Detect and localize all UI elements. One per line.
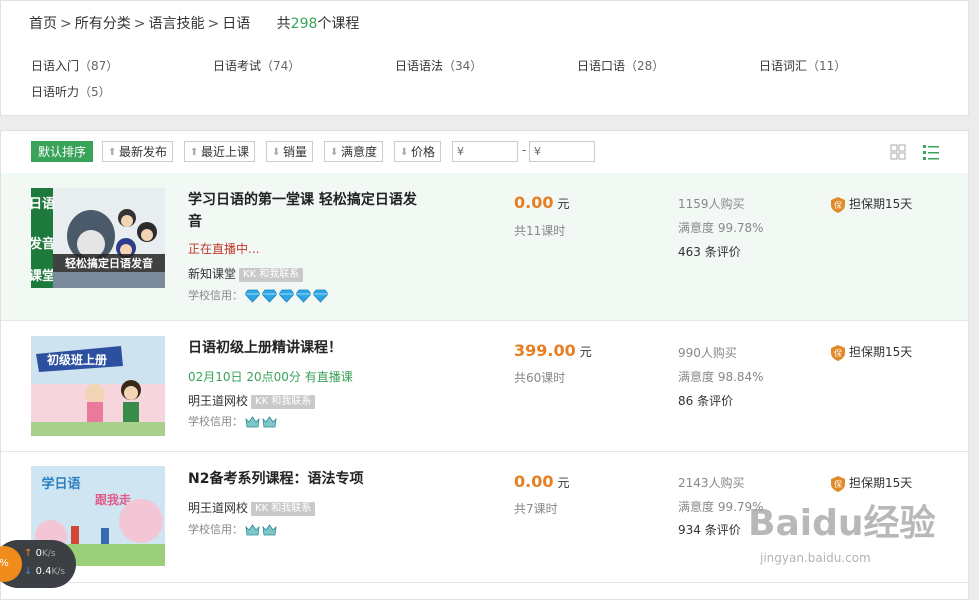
shield-icon: 保 [831,196,845,213]
category-link-intro[interactable]: 日语入门（87） [31,57,118,74]
thumb-text: 课堂 [31,268,55,284]
school-credit: 学校信用： [188,521,277,537]
school-link[interactable]: 明王道网校 [188,501,248,515]
satisfaction-rate: 满意度 98.84% [678,370,764,384]
buyer-count: 990人购买 [678,346,737,360]
contact-button[interactable]: KK 和我联系 [239,267,304,282]
category-link-speaking[interactable]: 日语口语（28） [577,57,664,74]
category-link-grammar[interactable]: 日语语法（34） [395,57,482,74]
course-hours: 共11课时 [514,224,566,238]
thumb-text: 初级班上册 [47,352,107,367]
breadcrumb-all-categories[interactable]: 所有分类 [75,16,131,32]
course-title[interactable]: N2备考系列课程：语法专项 [188,468,418,490]
thumb-text: 学日语 [41,476,80,492]
thumb-banner: 轻松搞定日语发音 [65,256,153,270]
course-thumbnail[interactable]: 初级班上册 [31,336,165,436]
breadcrumb-home[interactable]: 首页 [29,16,57,32]
school-credit: 学校信用： [188,413,277,429]
review-count[interactable]: 934 条评价 [678,521,741,538]
network-speed-widget[interactable]: % ↑ 0K/s ↓ 0.4K/s [0,540,76,588]
diamond-icon [313,289,328,303]
thumb-text: 跟我走 [95,492,131,507]
course-price: 0.00 元 [514,472,570,491]
school-name: 明王道网校 KK 和我联系 [188,392,316,409]
shield-icon: 保 [831,475,845,492]
course-hours: 共7课时 [514,502,558,516]
review-count[interactable]: 86 条评价 [678,392,733,409]
buyer-count: 1159人购买 [678,197,745,211]
speed-percent-badge: % [0,546,22,582]
thumb-text: 日语 [31,197,55,212]
credit-icons [243,415,277,428]
school-name: 明王道网校 KK 和我联系 [188,499,316,516]
course-title[interactable]: 日语初级上册精讲课程！ [188,337,418,359]
course-hours: 共60课时 [514,371,566,385]
svg-text:保: 保 [834,200,842,210]
live-schedule: 02月10日 20点00分 有直播课 [188,370,353,384]
baidu-watermark-url: jingyan.baidu.com [760,551,871,565]
sort-default-button[interactable]: 默认排序 [31,141,94,162]
guarantee-badge: 保担保期15天 [831,474,912,492]
baidu-watermark-logo: Baidu经验 [748,503,936,544]
download-speed: ↓ 0.4K/s [24,566,66,577]
school-link[interactable]: 新知课堂 [188,267,236,281]
thumb-text: 发音 [31,236,55,252]
filter-panel: 首页 > 所有分类 > 语言技能 > 日语 共298个课程 日语入门（87） 日语考试（74… [0,0,969,116]
breadcrumb-language-skills[interactable]: 语言技能 [148,16,204,32]
price-min-input[interactable]: ¥ [452,141,518,162]
course-row[interactable]: 日语 发音 课堂 轻松搞定日语发音 学习日语的第一堂课 轻松搞定日语发音 正在直… [1,173,968,321]
sort-arrow-icon: ⬇ [330,147,339,158]
sort-satisfaction-button[interactable]: ⬇ 满意度 [324,141,384,162]
sort-arrow-icon: ⬇ [272,147,281,158]
diamond-icon [262,289,277,303]
svg-text:保: 保 [834,348,842,358]
school-link[interactable]: 明王道网校 [188,394,248,408]
course-row[interactable]: 初级班上册 日语初级上册精讲课程！ 02月10日 20点00分 有直播课 明王道… [1,321,968,452]
course-count: 共298个课程 [276,16,360,32]
buyer-count: 2143人购买 [678,476,745,490]
shield-icon: 保 [831,344,845,361]
sort-arrow-icon: ⬆ [108,147,117,158]
price-max-input[interactable]: ¥ [529,141,595,162]
contact-button[interactable]: KK 和我联系 [251,394,316,409]
sort-toolbar: 默认排序 ⬆ 最新发布 ⬆ 最近上课 ⬇ 销量 ⬇ 满意度 ⬇ 价格 ¥ - ¥ [1,131,968,174]
diamond-icon [245,289,260,303]
school-name: 新知课堂 KK 和我联系 [188,265,304,282]
sort-price-button[interactable]: ⬇ 价格 [394,141,442,162]
grid-view-icon[interactable] [889,143,907,161]
category-link-listening[interactable]: 日语听力（5） [31,83,111,100]
diamond-icon [279,289,294,303]
satisfaction-rate: 满意度 99.78% [678,221,764,235]
sort-sales-button[interactable]: ⬇ 销量 [266,141,314,162]
list-view-icon[interactable] [922,143,940,161]
crown-icon [245,524,260,536]
course-thumbnail[interactable]: 日语 发音 课堂 轻松搞定日语发音 [31,188,165,288]
crown-icon [262,524,277,536]
credit-icons [243,523,277,536]
upload-speed: ↑ 0K/s [24,548,56,559]
course-price: 0.00 元 [514,193,570,212]
sort-arrow-icon: ⬇ [400,147,409,158]
sort-arrow-icon: ⬆ [190,147,199,158]
review-count[interactable]: 463 条评价 [678,243,741,260]
breadcrumb-japanese: 日语 [222,16,251,32]
contact-button[interactable]: KK 和我联系 [251,501,316,516]
crown-icon [245,416,260,428]
sort-newest-button[interactable]: ⬆ 最新发布 [102,141,174,162]
course-title[interactable]: 学习日语的第一堂课 轻松搞定日语发音 [188,189,418,233]
category-link-vocabulary[interactable]: 日语词汇（11） [759,57,846,74]
category-link-exam[interactable]: 日语考试（74） [213,57,300,74]
price-range-dash: - [522,143,527,157]
course-price: 399.00 元 [514,341,592,360]
credit-icons [243,289,328,303]
svg-text:保: 保 [834,479,842,489]
crown-icon [262,416,277,428]
sort-recent-class-button[interactable]: ⬆ 最近上课 [184,141,256,162]
live-status: 正在直播中... [188,242,260,256]
guarantee-badge: 保担保期15天 [831,195,912,213]
diamond-icon [296,289,311,303]
school-credit: 学校信用： [188,287,328,303]
breadcrumb: 首页 > 所有分类 > 语言技能 > 日语 共298个课程 [29,16,360,32]
guarantee-badge: 保担保期15天 [831,343,912,361]
